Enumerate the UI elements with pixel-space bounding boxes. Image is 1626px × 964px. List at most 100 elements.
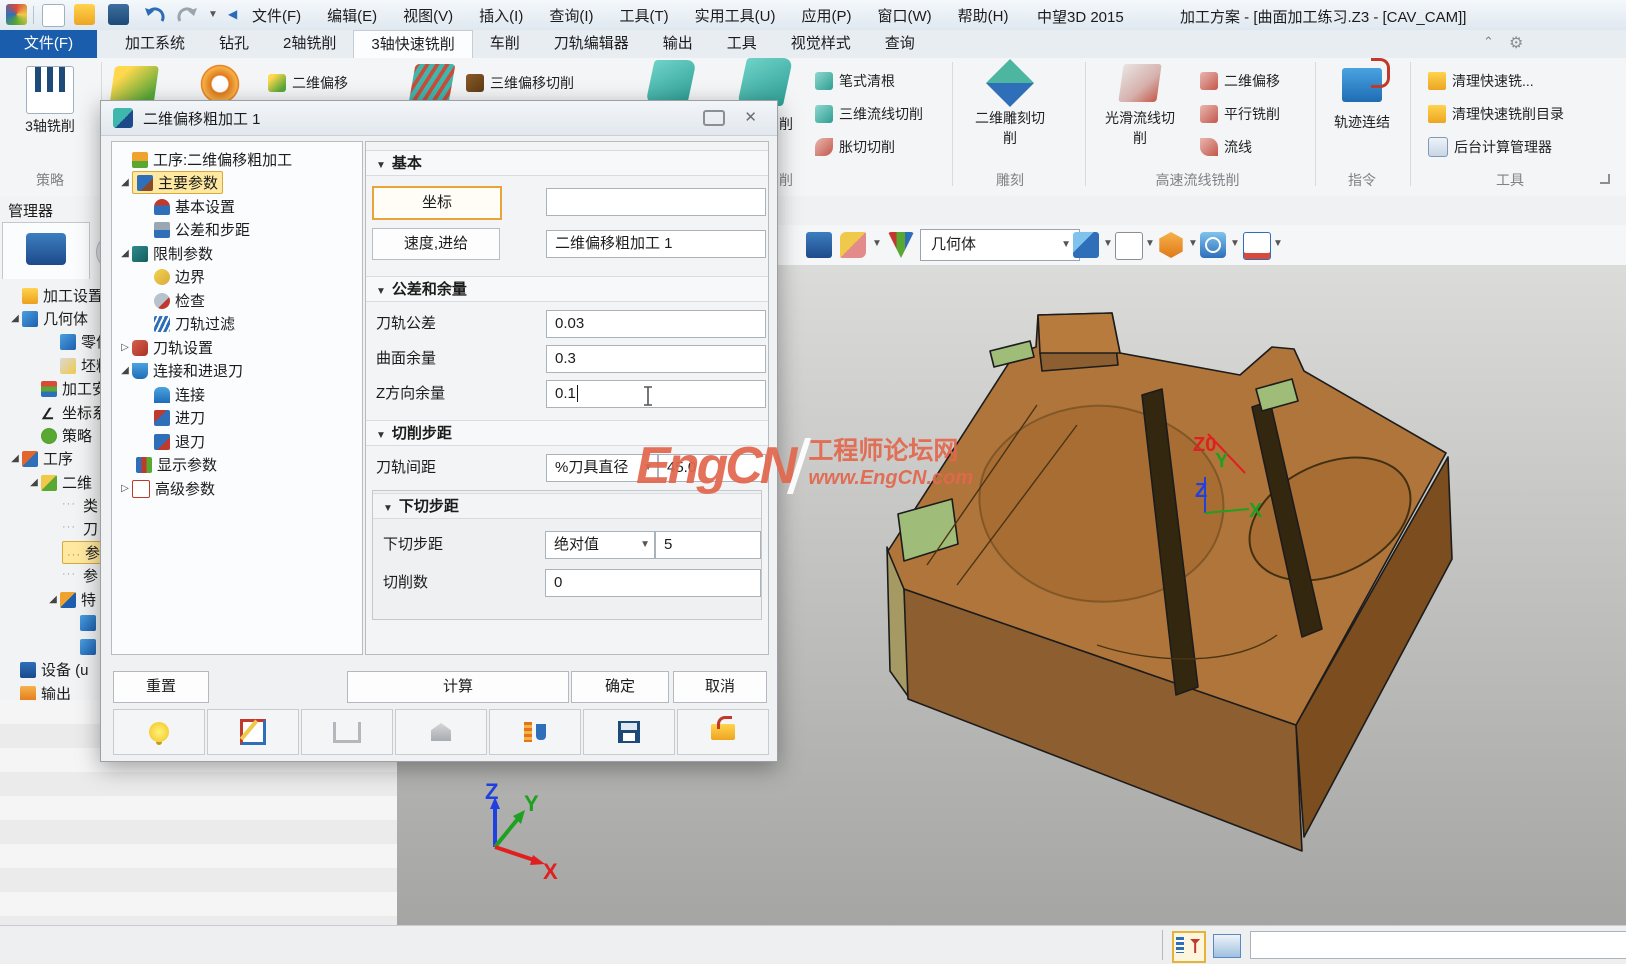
expand-cut-button[interactable]: 胀切切削 <box>815 136 895 158</box>
calculate-button[interactable]: 计算 <box>347 671 569 703</box>
tab-3axis-quick-milling[interactable]: 3轴快速铣削 <box>353 30 472 58</box>
section-basic[interactable]: ▼基本 <box>366 150 768 176</box>
3axis-milling-button[interactable]: 3轴铣削 <box>6 64 94 162</box>
tool-panel-toggle-button[interactable] <box>1172 931 1206 963</box>
dtree-operation[interactable]: 工序:二维偏移粗加工 <box>112 148 363 171</box>
surface-stock-input[interactable]: 0.3 <box>546 345 766 373</box>
section-stepdown[interactable]: ▼下切步距 <box>373 493 761 519</box>
dialog-title-bar[interactable]: 二维偏移粗加工 1 ✕ <box>101 101 777 136</box>
dtree-display-params[interactable]: 显示参数 <box>112 453 363 476</box>
edit-button[interactable] <box>207 709 299 755</box>
section-dropdown-icon[interactable]: ▼ <box>1273 238 1283 249</box>
tab-drilling[interactable]: 钻孔 <box>202 30 266 58</box>
zoom-dropdown-icon[interactable]: ▼ <box>1230 238 1240 249</box>
dtree-basic-settings[interactable]: 基本设置 <box>112 195 363 218</box>
stepover-value-input[interactable]: 45.0 <box>658 454 766 482</box>
menu-applications[interactable]: 应用(P) <box>801 5 851 26</box>
stepover-mode-select[interactable]: %刀具直径▼ <box>546 454 658 482</box>
undo-icon[interactable] <box>142 5 166 25</box>
filter-icon[interactable] <box>888 232 914 258</box>
flowline3d-button[interactable]: 三维流线切削 <box>815 103 923 125</box>
dtree-tolerance-step[interactable]: 公差和步距 <box>112 218 363 241</box>
status-input[interactable] <box>1250 931 1626 959</box>
speed-feed-button[interactable]: 速度,进给 <box>372 228 500 260</box>
hint-button[interactable] <box>113 709 205 755</box>
reset-button[interactable]: 重置 <box>113 671 209 703</box>
spiral-sheet-icon[interactable] <box>737 58 793 106</box>
menu-file[interactable]: 文件(F) <box>252 5 301 26</box>
tab-inquire[interactable]: 查询 <box>868 30 932 58</box>
tab-turning[interactable]: 车削 <box>473 30 537 58</box>
collapse-ribbon-icon[interactable]: ⌃ <box>1483 34 1494 50</box>
eraser-dropdown-icon[interactable]: ▼ <box>872 238 882 249</box>
section-stepover[interactable]: ▼切削步距 <box>366 420 768 446</box>
dtree-link[interactable]: 连接 <box>112 383 363 406</box>
trajectory-link-button[interactable]: 轨迹连结 <box>1322 60 1402 132</box>
stepdown-value-input[interactable]: 5 <box>655 531 761 559</box>
menu-utilities[interactable]: 实用工具(U) <box>695 5 776 26</box>
dtree-lead-in[interactable]: 进刀 <box>112 406 363 429</box>
walkthrough-icon[interactable] <box>806 232 832 258</box>
offset3d-button[interactable]: 三维偏移切削 <box>466 72 574 94</box>
notes-panel-icon[interactable] <box>1213 934 1241 958</box>
offset2d-button[interactable]: 二维偏移 <box>268 72 348 94</box>
hsm-parallel-button[interactable]: 平行铣削 <box>1200 103 1280 125</box>
redo-icon[interactable] <box>176 5 200 25</box>
clean-quick-mill-button[interactable]: 清理快速铣... <box>1428 70 1534 92</box>
wireframe-cube-icon[interactable] <box>1115 232 1143 260</box>
dtree-toolpath-filter[interactable]: 刀轨过滤 <box>112 312 363 335</box>
section-tolerance[interactable]: ▼公差和余量 <box>366 276 768 302</box>
save-icon[interactable] <box>108 4 129 25</box>
zoom-document-icon[interactable] <box>1200 232 1226 258</box>
dtree-check[interactable]: 检查 <box>112 289 363 312</box>
menu-inquire[interactable]: 查询(I) <box>549 5 593 26</box>
coordinate-input[interactable] <box>546 188 766 216</box>
dtree-advanced-params[interactable]: ▷高级参数 <box>112 477 363 500</box>
background-calc-manager-button[interactable]: 后台计算管理器 <box>1428 136 1552 158</box>
hsm-flowline-button[interactable]: 流线 <box>1200 136 1252 158</box>
tool-holder-button[interactable] <box>489 709 581 755</box>
smooth-flowline-button[interactable]: 光滑流线切 削 <box>1092 60 1188 148</box>
shaded-dropdown-icon[interactable]: ▼ <box>1103 238 1113 249</box>
toolpath-tolerance-input[interactable]: 0.03 <box>546 310 766 338</box>
new-file-icon[interactable] <box>42 4 65 27</box>
shaded-cube-icon[interactable] <box>1073 232 1099 258</box>
dtree-boundary[interactable]: 边界 <box>112 265 363 288</box>
save-operation-button[interactable] <box>583 709 675 755</box>
z-stock-input[interactable]: 0.1 <box>546 380 766 408</box>
eraser-icon[interactable] <box>840 232 866 258</box>
tab-visual-style[interactable]: 视觉样式 <box>774 30 868 58</box>
section-view-icon[interactable] <box>1243 232 1271 260</box>
dtree-toolpath-settings[interactable]: ▷刀轨设置 <box>112 336 363 359</box>
tab-tools[interactable]: 工具 <box>710 30 774 58</box>
open-file-icon[interactable] <box>74 4 95 25</box>
cut-count-input[interactable]: 0 <box>545 569 761 597</box>
cancel-button[interactable]: 取消 <box>673 671 767 703</box>
manager-tab-cam[interactable] <box>2 222 90 279</box>
coordinate-button[interactable]: 坐标 <box>372 186 502 220</box>
engrave2d-button[interactable]: 二维雕刻切 削 <box>958 60 1062 148</box>
polyhedron-dropdown-icon[interactable]: ▼ <box>1188 238 1198 249</box>
menu-help[interactable]: 帮助(H) <box>958 5 1009 26</box>
menu-edit[interactable]: 编辑(E) <box>327 5 377 26</box>
dtree-link-leads[interactable]: ◢连接和进退刀 <box>112 359 363 382</box>
dtree-lead-out[interactable]: 退刀 <box>112 430 363 453</box>
dtree-main-params[interactable]: ◢主要参数 <box>112 171 363 194</box>
comment-bubble-icon[interactable] <box>703 110 725 126</box>
hsm-offset2d-button[interactable]: 二维偏移 <box>1200 70 1280 92</box>
tab-output[interactable]: 输出 <box>646 30 710 58</box>
menu-view[interactable]: 视图(V) <box>403 5 453 26</box>
load-from-library-button[interactable] <box>677 709 769 755</box>
tab-toolpath-editor[interactable]: 刀轨编辑器 <box>537 30 646 58</box>
clean-quick-mill-dir-button[interactable]: 清理快速铣削目录 <box>1428 103 1564 125</box>
menu-tools[interactable]: 工具(T) <box>620 5 669 26</box>
stepdown-mode-select[interactable]: 绝对值▼ <box>545 531 655 559</box>
flowline-sheet-icon[interactable] <box>645 60 696 104</box>
wireframe-dropdown-icon[interactable]: ▼ <box>1145 238 1155 249</box>
tab-file[interactable]: 文件(F) <box>0 30 97 58</box>
polyhedron-view-icon[interactable] <box>1158 232 1184 258</box>
display-filter-combobox[interactable]: 几何体 ▼ <box>920 229 1080 261</box>
menu-insert[interactable]: 插入(I) <box>479 5 523 26</box>
collapse-left-icon[interactable]: ◀ <box>228 7 237 21</box>
operation-name-input[interactable]: 二维偏移粗加工 1 <box>546 230 766 258</box>
